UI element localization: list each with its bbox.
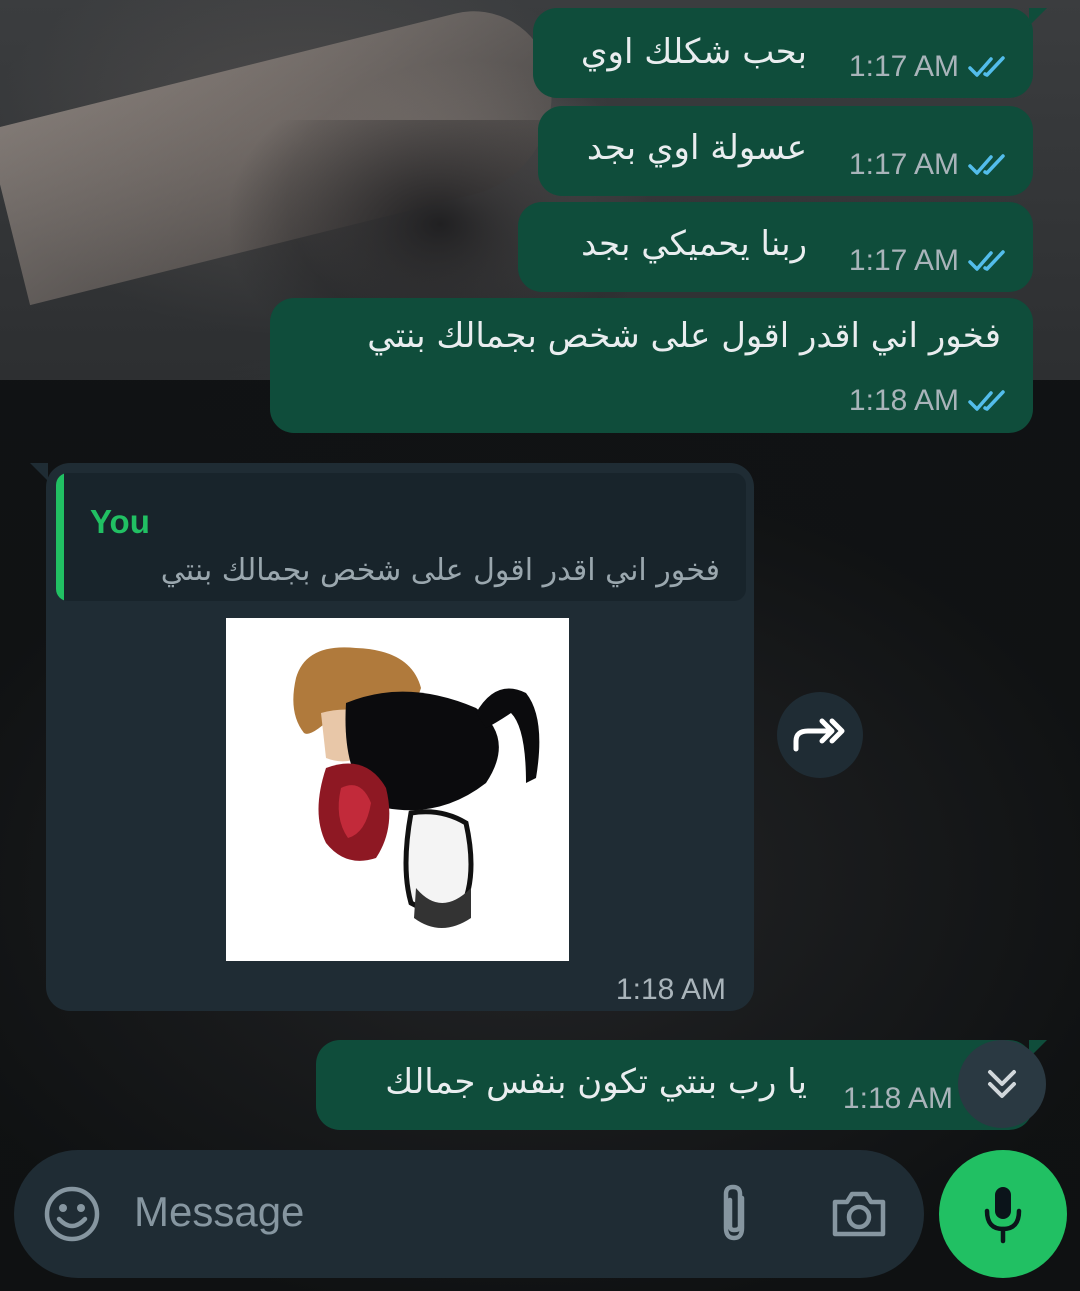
outgoing-message[interactable]: ربنا يحميكي بجد 1:17 AM [518, 202, 1033, 292]
double-check-icon [968, 154, 1005, 175]
incoming-message[interactable]: You فخور اني اقدر اقول على شخص بجمالك بن… [30, 463, 754, 1011]
message-time: 1:17 AM [848, 50, 959, 83]
microphone-icon [984, 1187, 1022, 1244]
voice-message-button[interactable] [939, 1150, 1067, 1278]
quote-text: فخور اني اقدر اقول على شخص بجمالك بنتي [160, 553, 720, 588]
message-input[interactable]: Message [134, 1188, 304, 1236]
double-check-icon [968, 56, 1005, 77]
sticker-image[interactable] [226, 618, 569, 961]
message-text: فخور اني اقدر اقول على شخص بجمالك بنتي [367, 316, 1001, 356]
outgoing-message[interactable]: عسولة اوي بجد 1:17 AM [538, 106, 1033, 196]
double-check-icon [968, 390, 1005, 411]
message-meta: 1:17 AM [849, 148, 1011, 182]
message-text: يا رب بنتي تكون بنفس جمالك [385, 1062, 807, 1102]
message-text: ربنا يحميكي بجد [581, 224, 807, 264]
sticker-illustration [293, 647, 540, 928]
outgoing-message[interactable]: بحب شكلك اوي 1:17 AM [533, 8, 1047, 98]
emoji-icon [44, 1186, 100, 1242]
chat-area[interactable]: بحب شكلك اوي 1:17 AM عسولة اوي بجد 1:17 … [0, 0, 1080, 1291]
message-text: بحب شكلك اوي [580, 32, 807, 72]
message-meta: 1:18 AM [616, 973, 726, 1007]
forward-button[interactable] [777, 692, 863, 778]
message-time: 1:18 AM [615, 973, 726, 1006]
message-text: عسولة اوي بجد [586, 128, 807, 168]
attach-button[interactable] [706, 1180, 762, 1248]
double-chevron-down-icon [988, 1070, 1016, 1098]
outgoing-message[interactable]: فخور اني اقدر اقول على شخص بجمالك بنتي 1… [270, 298, 1033, 433]
message-time: 1:18 AM [848, 384, 959, 417]
message-meta: 1:17 AM [849, 50, 1011, 84]
emoji-button[interactable] [42, 1184, 102, 1244]
quote-author: You [90, 503, 150, 540]
forward-icon [793, 718, 845, 752]
message-meta: 1:18 AM [843, 1082, 953, 1116]
scroll-to-bottom-button[interactable] [958, 1040, 1046, 1128]
paperclip-icon [723, 1184, 745, 1241]
message-meta: 1:18 AM [849, 384, 1011, 418]
camera-button[interactable] [824, 1184, 894, 1244]
message-time: 1:17 AM [848, 244, 959, 277]
outgoing-message[interactable]: يا رب بنتي تكون بنفس جمالك 1:18 AM [316, 1040, 1047, 1130]
quote-accent-bar [56, 473, 64, 601]
double-check-icon [968, 250, 1005, 271]
quoted-message[interactable]: You فخور اني اقدر اقول على شخص بجمالك بن… [56, 473, 746, 601]
camera-icon [832, 1191, 886, 1237]
message-meta: 1:17 AM [849, 244, 1011, 278]
message-composer[interactable]: Message [14, 1150, 924, 1278]
message-time: 1:17 AM [848, 148, 959, 181]
message-time: 1:18 AM [842, 1082, 953, 1115]
